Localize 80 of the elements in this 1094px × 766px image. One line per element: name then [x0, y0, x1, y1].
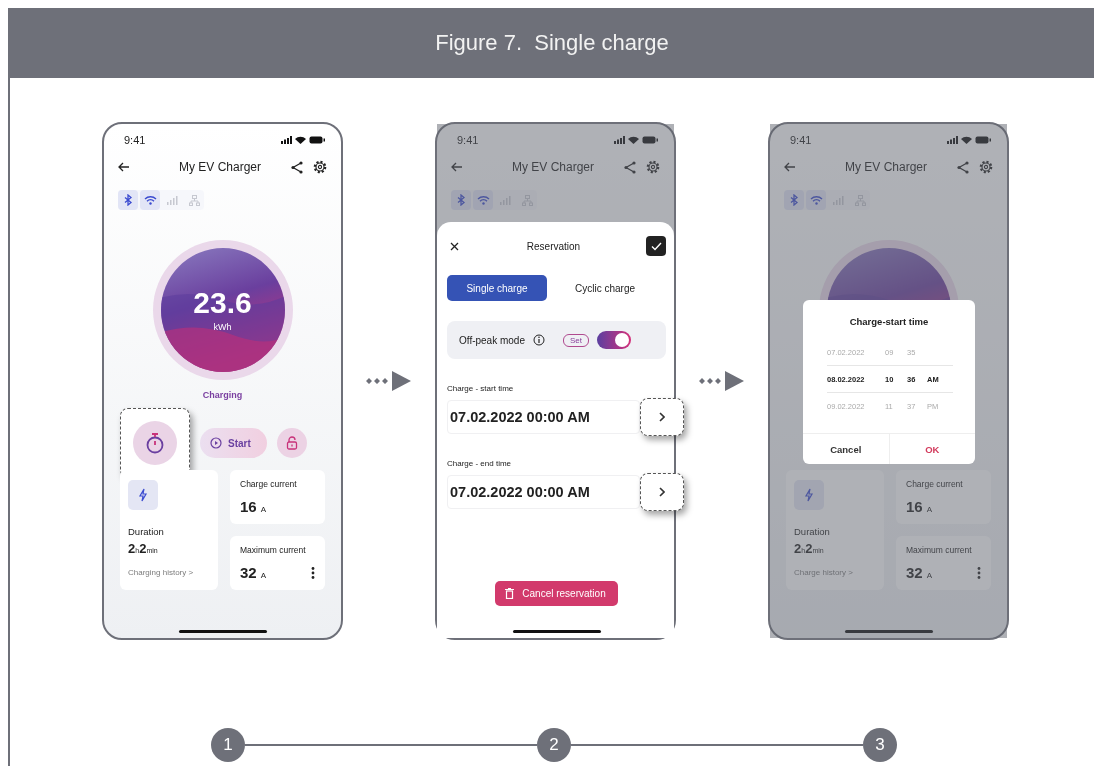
- wifi-icon[interactable]: [140, 190, 160, 210]
- play-icon: [210, 437, 222, 449]
- ok-button[interactable]: OK: [889, 434, 975, 464]
- close-icon: [449, 241, 459, 251]
- bolt-icon: [128, 480, 158, 510]
- current-label: Maximum current: [906, 545, 973, 555]
- trash-icon: [505, 588, 515, 599]
- duration-label: Duration: [794, 526, 830, 537]
- signal-icon: [614, 136, 625, 144]
- dialog-title: Charge-start time: [848, 316, 930, 327]
- battery-icon: [642, 136, 658, 144]
- status-time: 9:41: [457, 134, 479, 146]
- current-unit: A: [926, 571, 933, 580]
- confirm-button[interactable]: [646, 236, 666, 256]
- battery-icon: [975, 136, 991, 144]
- unlock-button[interactable]: [276, 428, 307, 458]
- time-field[interactable]: 07.02.2022 00:00 AM: [447, 475, 640, 509]
- current-value: 32: [240, 564, 257, 581]
- share-icon[interactable]: [290, 160, 303, 174]
- cancel-reservation-button[interactable]: Cancel reservation: [495, 581, 618, 606]
- signal-icon: [947, 136, 958, 144]
- signal-icon: [281, 136, 292, 144]
- current-unit: A: [260, 505, 267, 514]
- cancel-button[interactable]: Cancel: [803, 434, 890, 464]
- current-unit: A: [926, 505, 933, 514]
- wifi-icon: [295, 136, 306, 144]
- energy-value: 23.6: [193, 288, 252, 318]
- check-icon: [650, 241, 662, 251]
- charge-status: Charging: [202, 390, 243, 400]
- more-menu-icon[interactable]: [311, 566, 315, 579]
- step-number: 1: [211, 728, 245, 762]
- chevron-icon: [659, 487, 665, 497]
- current-label: Charge current: [240, 479, 298, 489]
- chevron-icon: [659, 412, 665, 422]
- step-number: 3: [863, 728, 897, 762]
- time-value: 07.02.2022 00:00 AM: [450, 484, 591, 500]
- flow-arrow-icon: [699, 370, 745, 392]
- time-label: Charge - end time: [447, 459, 513, 468]
- bolt-icon: [794, 480, 824, 510]
- bluetooth-icon[interactable]: [451, 190, 471, 210]
- app-title: My EV Charger: [511, 160, 595, 174]
- current-value: 16: [240, 498, 257, 515]
- mode-tab[interactable]: Cyclic charge: [555, 275, 655, 301]
- timer-button[interactable]: [133, 421, 177, 465]
- energy-unit: kWh: [213, 322, 232, 332]
- flow-arrow-icon: [366, 370, 412, 392]
- sheet-title: Reservation: [525, 240, 582, 252]
- current-value: 16: [906, 498, 923, 515]
- duration-label: Duration: [128, 526, 164, 537]
- app-title: My EV Charger: [844, 160, 928, 174]
- history-link[interactable]: Charging history >: [128, 568, 194, 577]
- step-number: 2: [537, 728, 571, 762]
- bluetooth-icon[interactable]: [118, 190, 138, 210]
- bluetooth-icon[interactable]: [784, 190, 804, 210]
- time-label: Charge - start time: [447, 384, 515, 393]
- wifi-icon[interactable]: [806, 190, 826, 210]
- figure-title: Figure 7. Single charge: [435, 30, 669, 56]
- settings-icon[interactable]: [313, 160, 327, 174]
- app-title: My EV Charger: [178, 160, 262, 174]
- wifi-icon: [628, 136, 639, 144]
- current-label: Maximum current: [240, 545, 307, 555]
- time-value: 07.02.2022 00:00 AM: [450, 409, 591, 425]
- wifi-icon[interactable]: [473, 190, 493, 210]
- status-time: 9:41: [790, 134, 812, 146]
- set-badge[interactable]: Set: [562, 333, 589, 347]
- padlock-icon: [285, 436, 298, 450]
- battery-icon: [309, 136, 325, 144]
- start-button[interactable]: Start: [200, 428, 267, 458]
- status-time: 9:41: [124, 134, 146, 146]
- off-peak-toggle[interactable]: [597, 331, 631, 349]
- mode-tab[interactable]: Single charge: [447, 275, 547, 301]
- info-icon[interactable]: [532, 334, 545, 346]
- wifi-icon: [961, 136, 972, 144]
- stopwatch-icon: [145, 432, 165, 454]
- off-peak-label: Off-peak mode: [459, 334, 525, 346]
- current-unit: A: [260, 571, 267, 580]
- time-field[interactable]: 07.02.2022 00:00 AM: [447, 400, 640, 434]
- current-value: 32: [906, 564, 923, 581]
- current-label: Charge current: [906, 479, 964, 489]
- back-arrow-icon[interactable]: [118, 161, 130, 173]
